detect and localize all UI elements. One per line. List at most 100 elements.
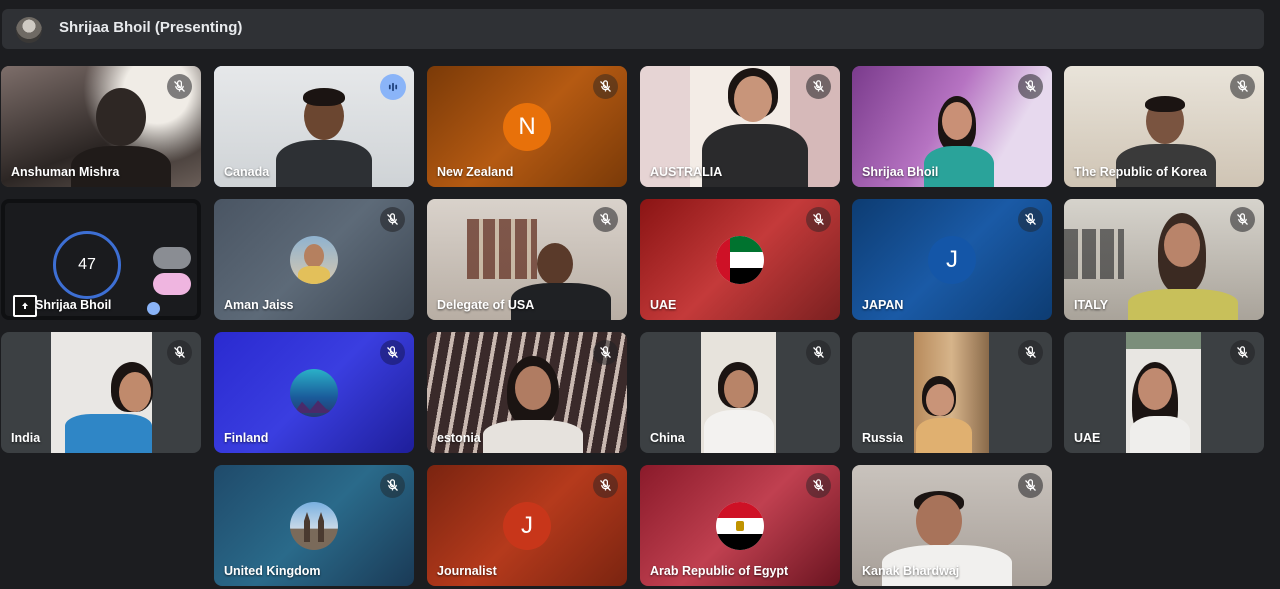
- presenter-bar[interactable]: Shrijaa Bhoil (Presenting): [2, 9, 1264, 49]
- egypt-flag-avatar: [716, 502, 764, 550]
- participant-name: ITALY: [1074, 298, 1109, 312]
- participant-tile-japan[interactable]: J JAPAN: [852, 199, 1052, 320]
- participant-tile-united-kingdom[interactable]: United Kingdom: [214, 465, 414, 586]
- participant-name: Finland: [224, 431, 269, 445]
- participant-name: New Zealand: [437, 165, 514, 179]
- participant-video: [926, 384, 954, 416]
- participant-tile-kanak-bhardwaj[interactable]: Kanak Bhardwaj: [852, 465, 1052, 586]
- participant-body: [65, 414, 152, 453]
- mic-off-icon: [806, 74, 831, 99]
- speaking-indicator-icon: [380, 74, 406, 100]
- participant-body: [1130, 416, 1190, 453]
- participant-body: [1128, 289, 1238, 320]
- wall-posters: [467, 219, 537, 279]
- participant-tile-journalist[interactable]: J Journalist: [427, 465, 627, 586]
- mic-off-icon: [806, 340, 831, 365]
- participant-name: JAPAN: [862, 298, 904, 312]
- mic-off-icon: [1018, 340, 1043, 365]
- mic-off-icon: [593, 74, 618, 99]
- participant-video: [96, 88, 146, 146]
- participant-tile-finland[interactable]: Finland: [214, 332, 414, 453]
- participant-tile-shrijaa-bhoil[interactable]: Shrijaa Bhoil: [852, 66, 1052, 187]
- mic-off-icon: [593, 473, 618, 498]
- participant-name: Anshuman Mishra: [11, 165, 120, 179]
- timer-value: 47: [78, 256, 96, 273]
- mic-off-icon: [1230, 340, 1255, 365]
- avatar: [290, 236, 338, 284]
- mic-off-icon: [1018, 207, 1043, 232]
- participant-tile-australia[interactable]: AUSTRALIA: [640, 66, 840, 187]
- hair: [303, 88, 345, 106]
- timer-button-add: [153, 247, 191, 269]
- participant-name: AUSTRALIA: [650, 165, 723, 179]
- mic-off-icon: [1230, 207, 1255, 232]
- mic-off-icon: [1230, 74, 1255, 99]
- presenter-avatar: [16, 17, 42, 43]
- avatar-initial: J: [946, 246, 958, 273]
- participant-tile-uae[interactable]: UAE: [640, 199, 840, 320]
- participant-video: [1138, 368, 1172, 410]
- participant-tile-canada[interactable]: Canada: [214, 66, 414, 187]
- hair: [1145, 96, 1185, 112]
- participant-name: India: [11, 431, 41, 445]
- participant-video: [119, 372, 151, 412]
- timer-button-start: [153, 273, 191, 295]
- participant-video: [1164, 223, 1200, 267]
- participant-name: estonia: [437, 431, 481, 445]
- avatar-initial: J: [521, 512, 533, 539]
- avatar: J: [928, 236, 976, 284]
- participant-tile-china[interactable]: China: [640, 332, 840, 453]
- participant-name: China: [650, 431, 685, 445]
- participant-tile-russia[interactable]: Russia: [852, 332, 1052, 453]
- participant-body: [704, 410, 774, 453]
- participant-name: UAE: [650, 298, 677, 312]
- participant-tile-aman-jaiss[interactable]: Aman Jaiss: [214, 199, 414, 320]
- participant-name: Shrijaa Bhoil: [35, 298, 112, 312]
- participant-body: [276, 140, 372, 187]
- participant-video: [916, 495, 962, 547]
- participant-tile-anshuman-mishra[interactable]: Anshuman Mishra: [1, 66, 201, 187]
- participant-name: Kanak Bhardwaj: [862, 564, 960, 578]
- wall-posters: [1064, 229, 1124, 279]
- participant-video: [515, 366, 551, 410]
- mic-off-icon: [167, 340, 192, 365]
- mic-off-icon: [380, 473, 405, 498]
- participant-tile-new-zealand[interactable]: N New Zealand: [427, 66, 627, 187]
- mic-off-icon: [806, 207, 831, 232]
- participant-tile-republic-of-korea[interactable]: The Republic of Korea: [1064, 66, 1264, 187]
- participant-name: Aman Jaiss: [224, 298, 294, 312]
- participant-name: Journalist: [437, 564, 497, 578]
- castle-avatar: [290, 502, 338, 550]
- participant-name: United Kingdom: [224, 564, 321, 578]
- participant-tile-uae-2[interactable]: UAE: [1064, 332, 1264, 453]
- participant-tile-shrijaa-bhoil-presentation[interactable]: 47 Shrijaa Bhoil: [1, 199, 201, 320]
- presenter-name: Shrijaa Bhoil (Presenting): [59, 19, 243, 36]
- participant-tile-estonia[interactable]: estonia: [427, 332, 627, 453]
- mic-off-icon: [1018, 74, 1043, 99]
- participant-body: [483, 420, 583, 453]
- participant-name: Arab Republic of Egypt: [650, 564, 789, 578]
- mic-off-icon: [593, 207, 618, 232]
- participant-video: [942, 102, 972, 140]
- participant-video: [724, 370, 754, 408]
- participant-name: Shrijaa Bhoil: [862, 165, 939, 179]
- participant-name: Canada: [224, 165, 270, 179]
- pin-dot-icon: [147, 302, 160, 315]
- avatar-initial: N: [518, 113, 536, 140]
- mic-off-icon: [167, 74, 192, 99]
- night-landscape-avatar: [290, 369, 338, 417]
- mic-off-icon: [806, 473, 831, 498]
- mic-off-icon: [380, 207, 405, 232]
- participant-video: [537, 243, 573, 285]
- avatar: N: [503, 103, 551, 151]
- participant-tile-india[interactable]: India: [1, 332, 201, 453]
- participant-tile-delegate-of-usa[interactable]: Delegate of USA: [427, 199, 627, 320]
- uae-flag-avatar: [716, 236, 764, 284]
- participant-name: The Republic of Korea: [1074, 165, 1207, 179]
- participant-tile-arab-republic-of-egypt[interactable]: Arab Republic of Egypt: [640, 465, 840, 586]
- mic-off-icon: [380, 340, 405, 365]
- participant-name: Russia: [862, 431, 903, 445]
- presenting-icon: [13, 295, 37, 317]
- participant-name: UAE: [1074, 431, 1101, 445]
- participant-tile-italy[interactable]: ITALY: [1064, 199, 1264, 320]
